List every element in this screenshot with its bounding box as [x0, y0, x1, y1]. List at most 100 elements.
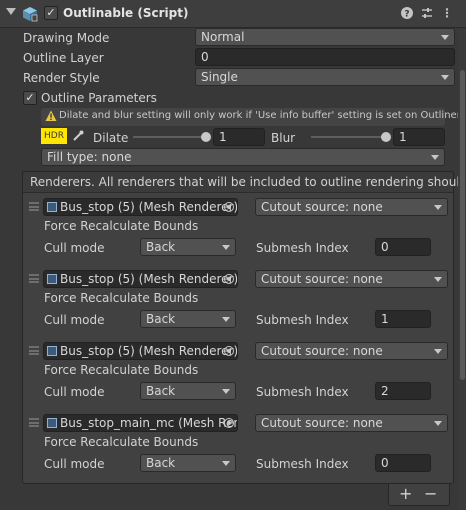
dilate-label: Dilate — [93, 131, 129, 145]
outline-parameters-label: Outline Parameters — [41, 91, 157, 105]
component-enabled-checkbox[interactable]: ✓ — [44, 6, 58, 20]
chevron-down-icon — [434, 277, 442, 282]
render-style-label: Render Style — [23, 71, 100, 85]
drawing-mode-label: Drawing Mode — [23, 31, 110, 45]
chevron-down-icon — [434, 205, 442, 210]
outline-layer-label: Outline Layer — [23, 51, 104, 65]
chevron-down-icon — [431, 155, 439, 160]
submesh-index-input[interactable]: 0 — [375, 454, 431, 472]
submesh-index-input[interactable]: 1 — [375, 310, 431, 328]
renderer-object-field[interactable]: Bus_stop_main_mc (Mesh Renderer) — [43, 414, 238, 432]
cull-mode-label: Cull mode — [44, 241, 105, 255]
submesh-index-label: Submesh Index — [256, 385, 349, 399]
mesh-renderer-icon — [47, 202, 57, 212]
object-picker-icon[interactable] — [224, 418, 234, 428]
dilate-slider-track[interactable] — [133, 136, 206, 138]
force-recalculate-bounds-label: Force Recalculate Bounds — [44, 219, 199, 233]
component-title: Outlinable (Script) — [63, 6, 189, 20]
component-header[interactable]: ✓ Outlinable (Script) ? ⋮ — [0, 0, 466, 28]
renderer-object-name: Bus_stop (5) (Mesh Renderer) — [60, 272, 238, 286]
renderer-object-field[interactable]: Bus_stop (5) (Mesh Renderer) — [43, 342, 238, 360]
eyedropper-icon[interactable] — [71, 129, 85, 143]
submesh-index-label: Submesh Index — [256, 313, 349, 327]
blur-slider-knob[interactable] — [381, 132, 391, 142]
chevron-down-icon — [222, 245, 230, 250]
warning-icon — [45, 110, 57, 121]
submesh-index-input[interactable]: 2 — [375, 382, 431, 400]
renderers-list-header: Renderers. All renderers that will be in… — [22, 171, 466, 193]
component-cube-icon — [23, 7, 38, 22]
cull-mode-value: Back — [146, 240, 176, 254]
drawing-mode-dropdown[interactable]: Normal — [195, 28, 455, 46]
renderer-object-name: Bus_stop (5) (Mesh Renderer) — [60, 200, 238, 214]
warning-text: Dilate and blur setting will only work i… — [59, 110, 461, 121]
chevron-down-icon — [222, 317, 230, 322]
object-picker-icon[interactable] — [224, 202, 234, 212]
outline-layer-input[interactable]: 0 — [195, 48, 455, 66]
drag-handle-icon[interactable] — [29, 274, 39, 283]
foldout-arrow-icon[interactable] — [6, 8, 16, 15]
fill-type-value: Fill type: none — [47, 150, 132, 164]
remove-element-button[interactable]: − — [424, 485, 437, 503]
renderer-object-field[interactable]: Bus_stop (5) (Mesh Renderer) — [43, 270, 238, 288]
submesh-index-label: Submesh Index — [256, 457, 349, 471]
blur-input[interactable]: 1 — [393, 128, 445, 146]
drag-handle-icon[interactable] — [29, 202, 39, 211]
chevron-down-icon — [434, 349, 442, 354]
force-recalculate-bounds-label: Force Recalculate Bounds — [44, 291, 199, 305]
force-recalculate-bounds-label: Force Recalculate Bounds — [44, 435, 199, 449]
cull-mode-label: Cull mode — [44, 385, 105, 399]
cull-mode-dropdown[interactable]: Back — [140, 310, 236, 328]
chevron-down-icon — [434, 421, 442, 426]
chevron-down-icon — [441, 75, 449, 80]
cutout-source-dropdown[interactable]: Cutout source: none — [255, 198, 448, 216]
cull-mode-dropdown[interactable]: Back — [140, 382, 236, 400]
scrollbar-thumb[interactable] — [460, 70, 465, 380]
fill-type-dropdown[interactable]: Fill type: none — [41, 148, 445, 166]
cutout-source-value: Cutout source: none — [261, 272, 383, 286]
renderer-object-name: Bus_stop_main_mc (Mesh Renderer) — [60, 416, 237, 430]
cull-mode-value: Back — [146, 456, 176, 470]
cutout-source-dropdown[interactable]: Cutout source: none — [255, 270, 448, 288]
help-icon[interactable]: ? — [400, 6, 414, 20]
chevron-down-icon — [222, 461, 230, 466]
add-element-button[interactable]: + — [399, 485, 412, 503]
hdr-color-swatch[interactable]: HDR — [41, 128, 67, 144]
svg-text:?: ? — [404, 10, 409, 20]
mesh-renderer-icon — [47, 346, 57, 356]
drawing-mode-value: Normal — [201, 30, 245, 44]
cutout-source-dropdown[interactable]: Cutout source: none — [255, 414, 448, 432]
dilate-input[interactable]: 1 — [213, 128, 265, 146]
force-recalculate-bounds-label: Force Recalculate Bounds — [44, 363, 199, 377]
render-style-value: Single — [201, 70, 238, 84]
object-picker-icon[interactable] — [224, 346, 234, 356]
renderer-object-field[interactable]: Bus_stop (5) (Mesh Renderer) — [43, 198, 238, 216]
cull-mode-value: Back — [146, 384, 176, 398]
submesh-index-input[interactable]: 0 — [375, 238, 431, 256]
cull-mode-dropdown[interactable]: Back — [140, 238, 236, 256]
cutout-source-value: Cutout source: none — [261, 200, 383, 214]
chevron-down-icon — [222, 389, 230, 394]
submesh-index-label: Submesh Index — [256, 241, 349, 255]
cull-mode-dropdown[interactable]: Back — [140, 454, 236, 472]
cutout-source-value: Cutout source: none — [261, 416, 383, 430]
mesh-renderer-icon — [47, 274, 57, 284]
mesh-renderer-icon — [47, 418, 57, 428]
render-style-dropdown[interactable]: Single — [195, 68, 455, 86]
object-picker-icon[interactable] — [224, 274, 234, 284]
blur-slider-track[interactable] — [311, 136, 386, 138]
cull-mode-value: Back — [146, 312, 176, 326]
presets-icon[interactable] — [420, 6, 434, 20]
drag-handle-icon[interactable] — [29, 418, 39, 427]
cutout-source-value: Cutout source: none — [261, 344, 383, 358]
cull-mode-label: Cull mode — [44, 313, 105, 327]
warning-box: Dilate and blur setting will only work i… — [41, 108, 461, 126]
cull-mode-label: Cull mode — [44, 457, 105, 471]
more-options-icon[interactable]: ⋮ — [440, 6, 454, 20]
dilate-slider-knob[interactable] — [201, 132, 211, 142]
chevron-down-icon — [441, 35, 449, 40]
cutout-source-dropdown[interactable]: Cutout source: none — [255, 342, 448, 360]
drag-handle-icon[interactable] — [29, 346, 39, 355]
list-footer: + − — [388, 484, 450, 506]
outline-parameters-checkbox[interactable]: ✓ — [23, 91, 37, 105]
